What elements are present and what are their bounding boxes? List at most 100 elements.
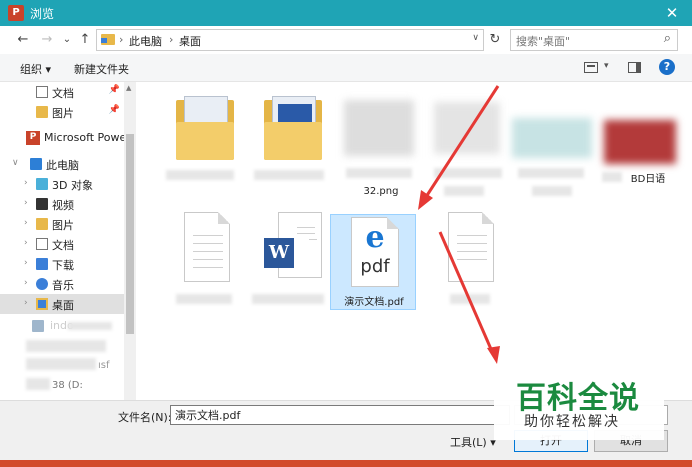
- folder-tile[interactable]: [162, 92, 248, 192]
- pdf-text: pdf: [360, 256, 390, 277]
- powerpoint-app-icon: P: [8, 5, 24, 21]
- taskbar-strip: [0, 460, 692, 467]
- 3d-objects-icon: [36, 178, 48, 190]
- image-thumbnail-icon: [512, 118, 592, 158]
- view-dropdown-icon[interactable]: ▾: [604, 61, 609, 71]
- preview-pane-icon[interactable]: [628, 62, 641, 73]
- image-file-tile[interactable]: 32.png: [338, 92, 424, 202]
- sidebar-partial-label: ısf: [98, 360, 110, 371]
- sidebar-item-pictures-pinned[interactable]: 图片 📌: [0, 102, 124, 122]
- refresh-button[interactable]: ↻: [486, 30, 504, 50]
- redacted-label: [346, 168, 412, 178]
- sidebar-item-label: 3D 对象: [52, 179, 93, 192]
- chevron-right-icon[interactable]: ›: [24, 218, 28, 228]
- search-icon: ⌕: [663, 31, 671, 46]
- sidebar-item-desktop[interactable]: › 桌面: [0, 294, 124, 314]
- chevron-right-icon[interactable]: ›: [24, 198, 28, 208]
- image-file-tile[interactable]: [426, 92, 512, 202]
- file-list: 32.png BD日语 W e pdf 演示文档.pdf: [136, 82, 692, 400]
- help-icon[interactable]: ?: [659, 59, 675, 75]
- sidebar-item-documents-pinned[interactable]: 文档 📌: [0, 82, 124, 102]
- title-bar: P 浏览 ✕: [0, 0, 692, 26]
- sidebar-item-pictures[interactable]: › 图片: [0, 214, 124, 234]
- sidebar-item-powerpoint[interactable]: P Microsoft Powe: [0, 128, 127, 148]
- crumb-this-pc[interactable]: 此电脑: [129, 33, 162, 49]
- command-toolbar: 组织 ▾ 新建文件夹 ▾ ?: [0, 54, 692, 82]
- word-file-tile[interactable]: W: [250, 212, 336, 312]
- sidebar-item-downloads[interactable]: › 下载: [0, 254, 124, 274]
- recent-locations-button[interactable]: ⌄: [58, 30, 76, 50]
- pictures-icon: [36, 218, 48, 230]
- page-fold: [218, 212, 230, 224]
- redacted-item: [26, 358, 96, 370]
- image-file-tile[interactable]: [512, 92, 598, 202]
- sidebar-item-label: 桌面: [52, 299, 74, 312]
- chevron-down-icon[interactable]: ∨: [12, 158, 19, 168]
- text-line: [457, 243, 487, 244]
- organize-button[interactable]: 组织 ▾: [20, 61, 51, 77]
- sidebar-scrollbar[interactable]: ▲: [124, 82, 136, 400]
- chevron-right-icon[interactable]: ›: [24, 258, 28, 268]
- redacted-label: [252, 294, 324, 304]
- crumb-desktop[interactable]: 桌面: [179, 33, 201, 49]
- text-line: [193, 243, 223, 244]
- pdf-file-tile-selected[interactable]: e pdf 演示文档.pdf: [330, 214, 416, 310]
- sidebar-item-3d-objects[interactable]: › 3D 对象: [0, 174, 124, 194]
- text-line: [297, 233, 315, 234]
- sidebar-item-label: 图片: [52, 107, 74, 120]
- sidebar-item-label: 下载: [52, 259, 74, 272]
- tools-button[interactable]: 工具(L) ▾: [450, 434, 496, 450]
- up-button[interactable]: ↑: [76, 30, 94, 50]
- chevron-right-icon[interactable]: ›: [24, 298, 28, 308]
- redacted-item: [26, 378, 50, 390]
- scroll-thumb[interactable]: [126, 134, 134, 334]
- document-file-tile[interactable]: [162, 212, 248, 312]
- sidebar-item-label: Microsoft Powe: [44, 131, 127, 144]
- image-file-tile[interactable]: BD日语: [598, 92, 684, 202]
- image-thumbnail-icon: [344, 100, 414, 156]
- chevron-right-icon[interactable]: ›: [24, 178, 28, 188]
- sidebar-item-label: 文档: [52, 239, 74, 252]
- redacted-item: [26, 340, 106, 352]
- text-line: [457, 235, 487, 236]
- view-options-icon[interactable]: [584, 62, 598, 73]
- filename-input[interactable]: [170, 405, 510, 425]
- redacted-label: [450, 294, 490, 304]
- text-line: [193, 235, 223, 236]
- chevron-right-icon[interactable]: ›: [24, 278, 28, 288]
- text-line: [193, 259, 223, 260]
- search-placeholder: 搜索"桌面": [516, 35, 571, 48]
- sidebar-item-label: 此电脑: [46, 159, 79, 172]
- video-icon: [36, 198, 48, 210]
- text-line: [297, 227, 315, 228]
- document-file-tile[interactable]: [426, 212, 512, 312]
- window-title: 浏览: [30, 7, 55, 21]
- pdf-icon: e pdf: [351, 217, 399, 287]
- back-button[interactable]: ←: [14, 30, 32, 50]
- search-input[interactable]: 搜索"桌面" ⌕: [510, 29, 678, 51]
- edge-logo-icon: e: [365, 220, 385, 255]
- chevron-right-icon[interactable]: ›: [24, 238, 28, 248]
- scroll-up-icon[interactable]: ▲: [126, 84, 131, 92]
- sidebar-item-label: 视频: [52, 199, 74, 212]
- text-line: [457, 251, 487, 252]
- sidebar-item-videos[interactable]: › 视频: [0, 194, 124, 214]
- watermark-subtitle: 助你轻松解决: [524, 414, 620, 430]
- address-box[interactable]: › 此电脑 › 桌面 ∨: [96, 29, 484, 51]
- file-label: 32.png: [363, 186, 399, 197]
- redacted-label: [434, 168, 502, 178]
- address-dropdown-icon[interactable]: ∨: [472, 33, 479, 43]
- sidebar-item-documents[interactable]: › 文档: [0, 234, 124, 254]
- sidebar-item-drive-c[interactable]: indo: [0, 316, 124, 336]
- close-button[interactable]: ✕: [660, 2, 684, 24]
- navigation-pane: 文档 📌 图片 📌 P Microsoft Powe ∨ 此电脑 › 3D 对象…: [0, 82, 136, 400]
- new-folder-button[interactable]: 新建文件夹: [74, 61, 129, 77]
- folder-front: [264, 122, 322, 160]
- desktop-icon: [36, 298, 48, 310]
- sidebar-item-music[interactable]: › 音乐: [0, 274, 124, 294]
- folder-tile[interactable]: [250, 92, 336, 192]
- forward-button[interactable]: →: [38, 30, 56, 50]
- sidebar-item-label: 音乐: [52, 279, 74, 292]
- page-fold: [482, 212, 494, 224]
- sidebar-item-this-pc[interactable]: ∨ 此电脑: [0, 154, 124, 174]
